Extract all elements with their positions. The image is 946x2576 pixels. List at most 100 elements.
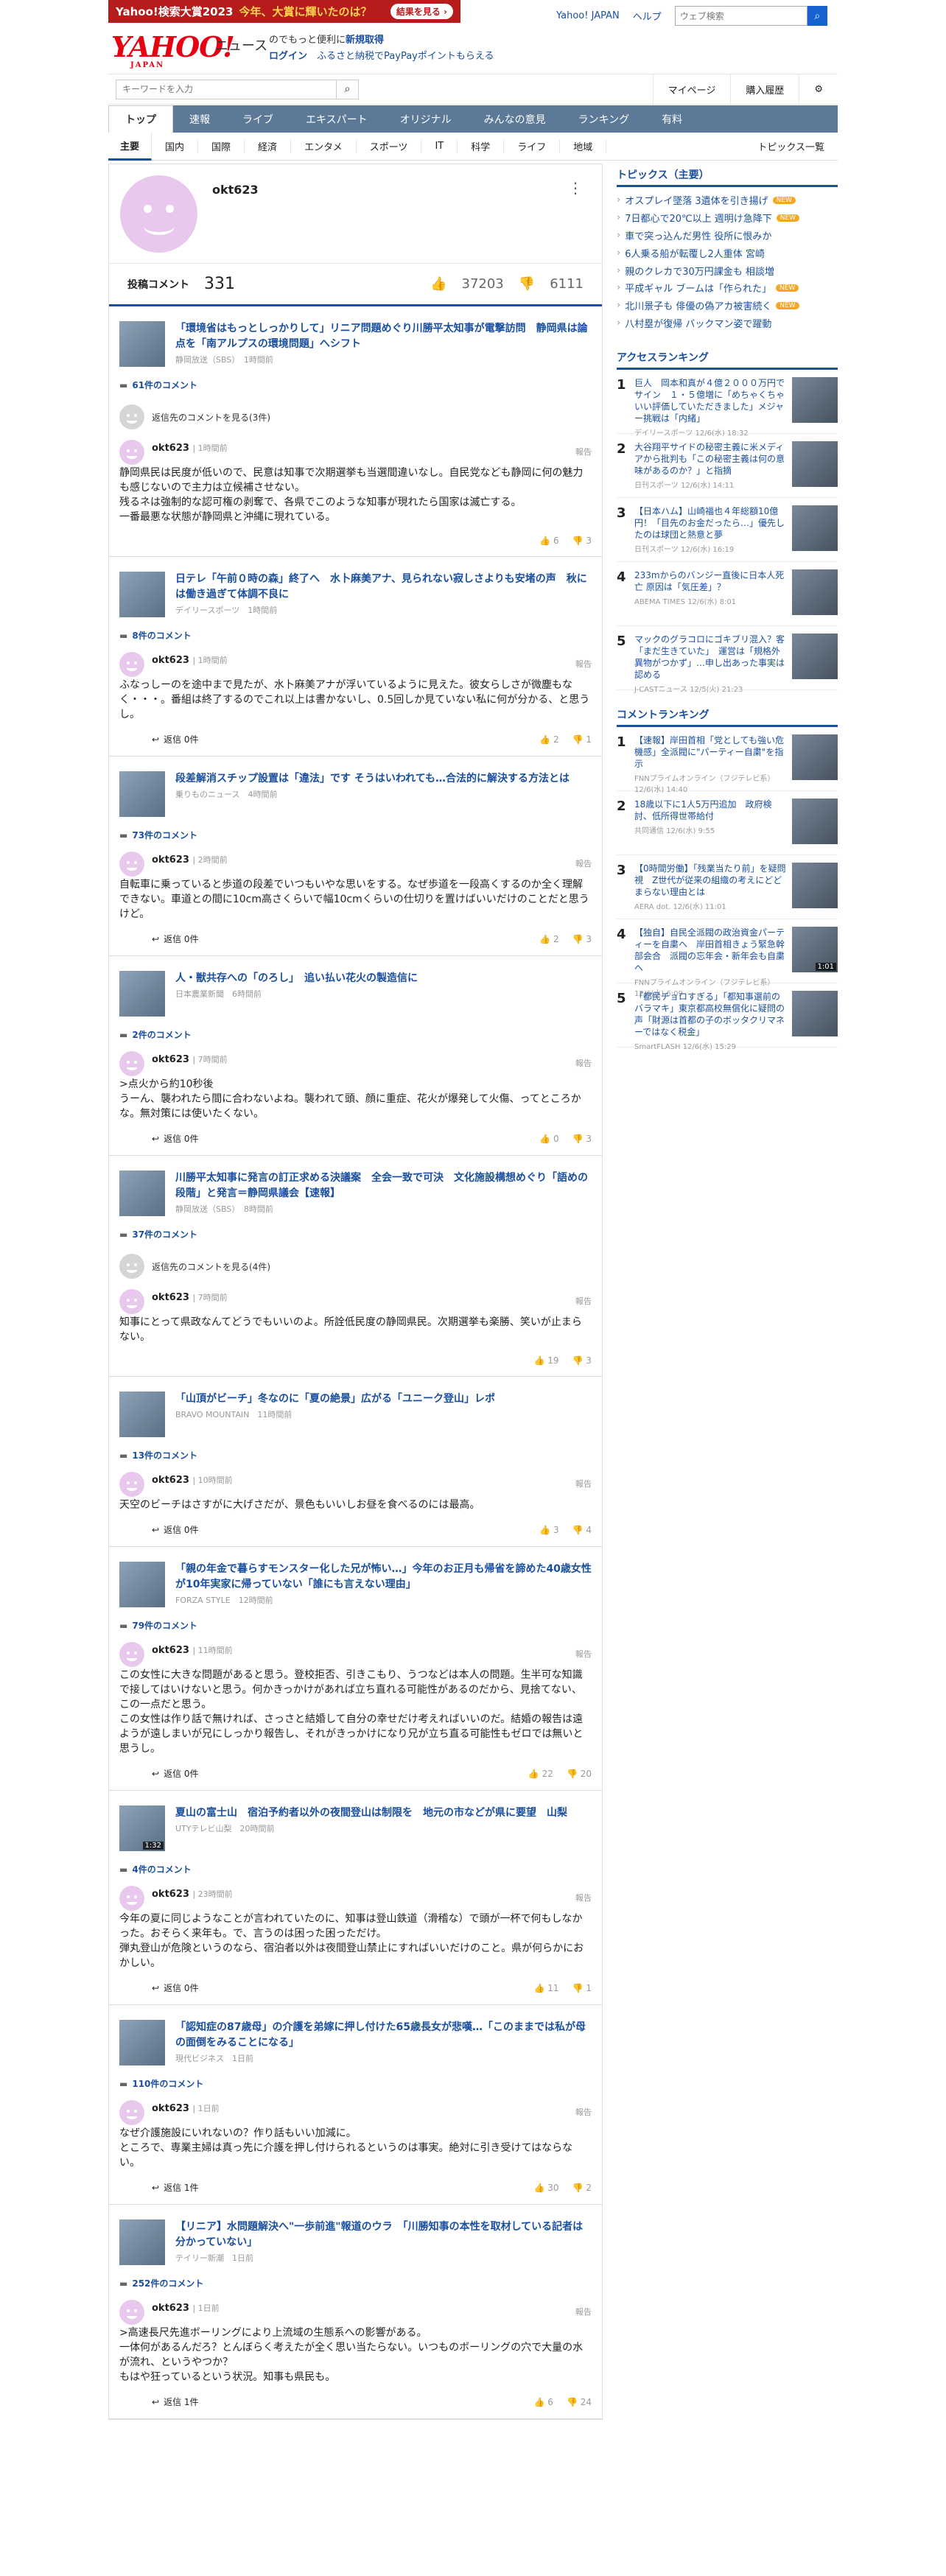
category-tab[interactable]: スポーツ [357, 139, 422, 153]
like-button[interactable]: 👍 0 [539, 1134, 558, 1144]
ranking-title[interactable]: 18歳以下に1人5万円追加 政府検討、低所得世帯給付 [634, 799, 786, 822]
web-search-button[interactable]: ⌕ [807, 6, 827, 26]
ranking-item[interactable]: 1 【速報】岸田首相「党としても強い危機感」全派閥に"パーティー自粛"を指示 FNN… [617, 727, 838, 794]
help-link[interactable]: ヘルプ [633, 9, 662, 23]
ranking-item[interactable]: 5 「都民チョロすぎる」「都知事選前のバラマキ」東京都高校無償化に疑問の声「財源は… [617, 983, 838, 1051]
topic-item[interactable]: 7日都心で20℃以上 週明け急降下 NEW [617, 209, 838, 227]
ranking-title[interactable]: 【0時間労働】「残業当たり前」を疑問視 Z世代が従来の組織の考えにどどまらない理… [634, 863, 786, 898]
topic-item[interactable]: 車で突っ込んだ男性 役所に恨みか [617, 227, 838, 245]
banner-button[interactable]: 結果を見る › [390, 4, 453, 19]
topic-item[interactable]: オスプレイ墜落 3遺体を引き揚げ NEW [617, 192, 838, 209]
nav-tab[interactable]: オリジナル [384, 105, 468, 133]
yahoo-japan-link[interactable]: Yahoo! JAPAN [556, 10, 620, 21]
reply-source-link[interactable]: 返信先のコメントを見る(3件) [119, 404, 592, 429]
web-search-input[interactable] [674, 6, 807, 26]
nav-tab[interactable]: エキスパート [290, 105, 384, 133]
report-link[interactable]: 報告 [575, 1892, 592, 1903]
article-title[interactable]: 日テレ「午前０時の森」終了へ 水卜麻美アナ、見られない寂しさよりも安堵の声 秋に… [175, 572, 592, 603]
topic-item[interactable]: 北川景子も 俳優の偽アカ被害続く NEW [617, 297, 838, 315]
comment-count-link[interactable]: ▬ 61件のコメント [119, 379, 592, 391]
article-title[interactable]: 川勝平太知事に発言の訂正求める決議案 全会一致で可決 文化施設構想めぐり「語めの… [175, 1171, 592, 1201]
ranking-item[interactable]: 5 マックのグラコロにゴキブリ混入？客「まだ生きていた」 運営は「規格外異物がつか… [617, 626, 838, 694]
article-link[interactable]: 「山頂がビーチ」冬なのに「夏の絶景」広がる「ユニーク登山」レポ BRAVO MOU… [119, 1391, 592, 1437]
ranking-item[interactable]: 3 【0時間労働】「残業当たり前」を疑問視 Z世代が従来の組織の考えにどどまらない… [617, 855, 838, 920]
report-link[interactable]: 報告 [575, 2106, 592, 2118]
category-tab[interactable]: 経済 [245, 139, 292, 153]
article-link[interactable]: 【リニア】水問題解決へ"一歩前進"報道のウラ 「川勝知事の本性を取材している記者… [119, 2219, 592, 2265]
category-tab[interactable]: エンタメ [291, 139, 357, 153]
reply-button[interactable]: ↩ 返信 0件 [152, 933, 199, 945]
comment-count-link[interactable]: ▬ 13件のコメント [119, 1449, 592, 1461]
ranking-title[interactable]: 【速報】岸田首相「党としても強い危機感」全派閥に"パーティー自粛"を指示 [634, 734, 786, 770]
comment-count-link[interactable]: ▬ 252件のコメント [119, 2277, 592, 2289]
like-button[interactable]: 👍 19 [534, 1355, 559, 1366]
nav-tab[interactable]: ライブ [226, 105, 290, 133]
ranking-item[interactable]: 3 【日本ハム】山崎福也４年総額10億円！「目先のお金だったら…」優先したのは球団… [617, 498, 838, 563]
category-tab[interactable]: ライフ [504, 139, 561, 153]
nav-tab[interactable]: みんなの意見 [468, 105, 562, 133]
comment-count-link[interactable]: ▬ 110件のコメント [119, 2077, 592, 2090]
article-title[interactable]: 人・獣共存への「のろし」 追い払い花火の製造信に [175, 971, 418, 986]
mypage-link[interactable]: マイページ [652, 74, 731, 104]
report-link[interactable]: 報告 [575, 1057, 592, 1069]
article-link[interactable]: 「認知症の87歳母」の介護を弟嫁に押し付けた65歳長女が悲嘆…「このままでは私が… [119, 2020, 592, 2066]
comment-count-link[interactable]: ▬ 37件のコメント [119, 1228, 592, 1240]
ranking-title[interactable]: マックのグラコロにゴキブリ混入？客「まだ生きていた」 運営は「規格外異物がつかず… [634, 634, 786, 681]
like-button[interactable]: 👍 6 [539, 536, 558, 546]
comment-count-link[interactable]: ▬ 73件のコメント [119, 829, 592, 841]
campaign-banner[interactable]: Yahoo!検索大賞2023 今年、大賞に輝いたのは？ 結果を見る › [108, 0, 460, 23]
reply-button[interactable]: ↩ 返信 0件 [152, 733, 199, 745]
dislike-button[interactable]: 👎 3 [572, 536, 592, 546]
reply-button[interactable]: ↩ 返信 0件 [152, 1132, 199, 1145]
dislike-button[interactable]: 👎 1 [572, 734, 592, 745]
report-link[interactable]: 報告 [575, 1295, 592, 1307]
dislike-button[interactable]: 👎 4 [572, 1525, 592, 1535]
reply-button[interactable]: ↩ 返信 0件 [152, 1982, 199, 1994]
service-name[interactable]: ニュース [215, 35, 267, 55]
like-button[interactable]: 👍 3 [539, 1525, 558, 1535]
report-link[interactable]: 報告 [575, 857, 592, 869]
article-link[interactable]: 1:32 夏山の富士山 宿泊予約者以外の夜間登山は制限を 地元の市などが県に要望 … [119, 1805, 592, 1851]
dislike-button[interactable]: 👎 3 [572, 1355, 592, 1366]
comment-count-link[interactable]: ▬ 8件のコメント [119, 629, 592, 642]
category-tab[interactable]: 地域 [560, 139, 607, 153]
ranking-item[interactable]: 2 18歳以下に1人5万円追加 政府検討、低所得世帯給付 共同通信 12/6(水) … [617, 791, 838, 856]
like-button[interactable]: 👍 30 [534, 2183, 559, 2193]
ranking-title[interactable]: 【日本ハム】山崎福也４年総額10億円！「目先のお金だったら…」優先したのは球団と… [634, 505, 786, 541]
dislike-button[interactable]: 👎 20 [567, 1769, 592, 1779]
report-link[interactable]: 報告 [575, 658, 592, 670]
ranking-title[interactable]: 大谷翔平サイドの秘密主義に米メディアから批判も「この秘密主義は何の意味があるのか… [634, 441, 786, 477]
login-link[interactable]: ログイン [269, 51, 307, 62]
report-link[interactable]: 報告 [575, 2306, 592, 2317]
article-title[interactable]: 【リニア】水問題解決へ"一歩前進"報道のウラ 「川勝知事の本性を取材している記者… [175, 2219, 592, 2250]
news-search-input[interactable] [116, 79, 337, 99]
like-button[interactable]: 👍 2 [539, 734, 558, 745]
category-tab[interactable]: 科学 [458, 139, 505, 153]
topics-list-link[interactable]: トピックス一覧 [744, 140, 838, 153]
dislike-button[interactable]: 👎 3 [572, 934, 592, 944]
report-link[interactable]: 報告 [575, 1478, 592, 1489]
more-menu-icon[interactable]: ⋮ [568, 179, 583, 197]
category-tab[interactable]: 国内 [152, 139, 199, 153]
reply-button[interactable]: ↩ 返信 1件 [152, 2181, 199, 2194]
dislike-button[interactable]: 👎 24 [567, 2397, 592, 2407]
ranking-title[interactable]: 233mからのバンジー直後に日本人死亡 原因は「気圧差」？ [634, 569, 786, 593]
reply-button[interactable]: ↩ 返信 0件 [152, 1523, 199, 1536]
nav-tab[interactable]: ランキング [562, 105, 646, 133]
article-link[interactable]: 段差解消スチップ設置は「違法」です そうはいわれても…合法的に解決する方法とは乗… [119, 771, 592, 817]
ranking-title[interactable]: 【独自】自民全派閥の政治資金パーティーを自粛へ 岸田首相きょう緊急幹部会合 派閥… [634, 927, 786, 974]
settings-button[interactable]: ⚙ [799, 74, 838, 104]
ranking-item[interactable]: 4 233mからのバンジー直後に日本人死亡 原因は「気圧差」？ ABEMA TIME… [617, 562, 838, 627]
article-link[interactable]: 「親の年金で暮らすモンスター化した兄が怖い…」今年のお正月も帰省を諦めた40歳女… [119, 1562, 592, 1607]
article-link[interactable]: 人・獣共存への「のろし」 追い払い花火の製造信に 日本農業新聞 6時間前 [119, 971, 592, 1017]
category-tab[interactable]: IT [421, 139, 458, 153]
comment-count-link[interactable]: ▬ 2件のコメント [119, 1028, 592, 1041]
ranking-item[interactable]: 2 大谷翔平サイドの秘密主義に米メディアから批判も「この秘密主義は何の意味があるの… [617, 434, 838, 499]
reply-button[interactable]: ↩ 返信 0件 [152, 1767, 199, 1780]
article-title[interactable]: 夏山の富士山 宿泊予約者以外の夜間登山は制限を 地元の市などが県に要望 山梨 [175, 1805, 567, 1821]
like-button[interactable]: 👍 11 [534, 1983, 559, 1993]
article-title[interactable]: 段差解消スチップ設置は「違法」です そうはいわれても…合法的に解決する方法とは [175, 771, 570, 787]
comment-count-link[interactable]: ▬ 4件のコメント [119, 1863, 592, 1875]
topic-item[interactable]: 6人乗る船が転覆し2人重体 宮崎 [617, 244, 838, 262]
topic-item[interactable]: 八村塁が復帰 バックマン姿で躍動 [617, 315, 838, 332]
